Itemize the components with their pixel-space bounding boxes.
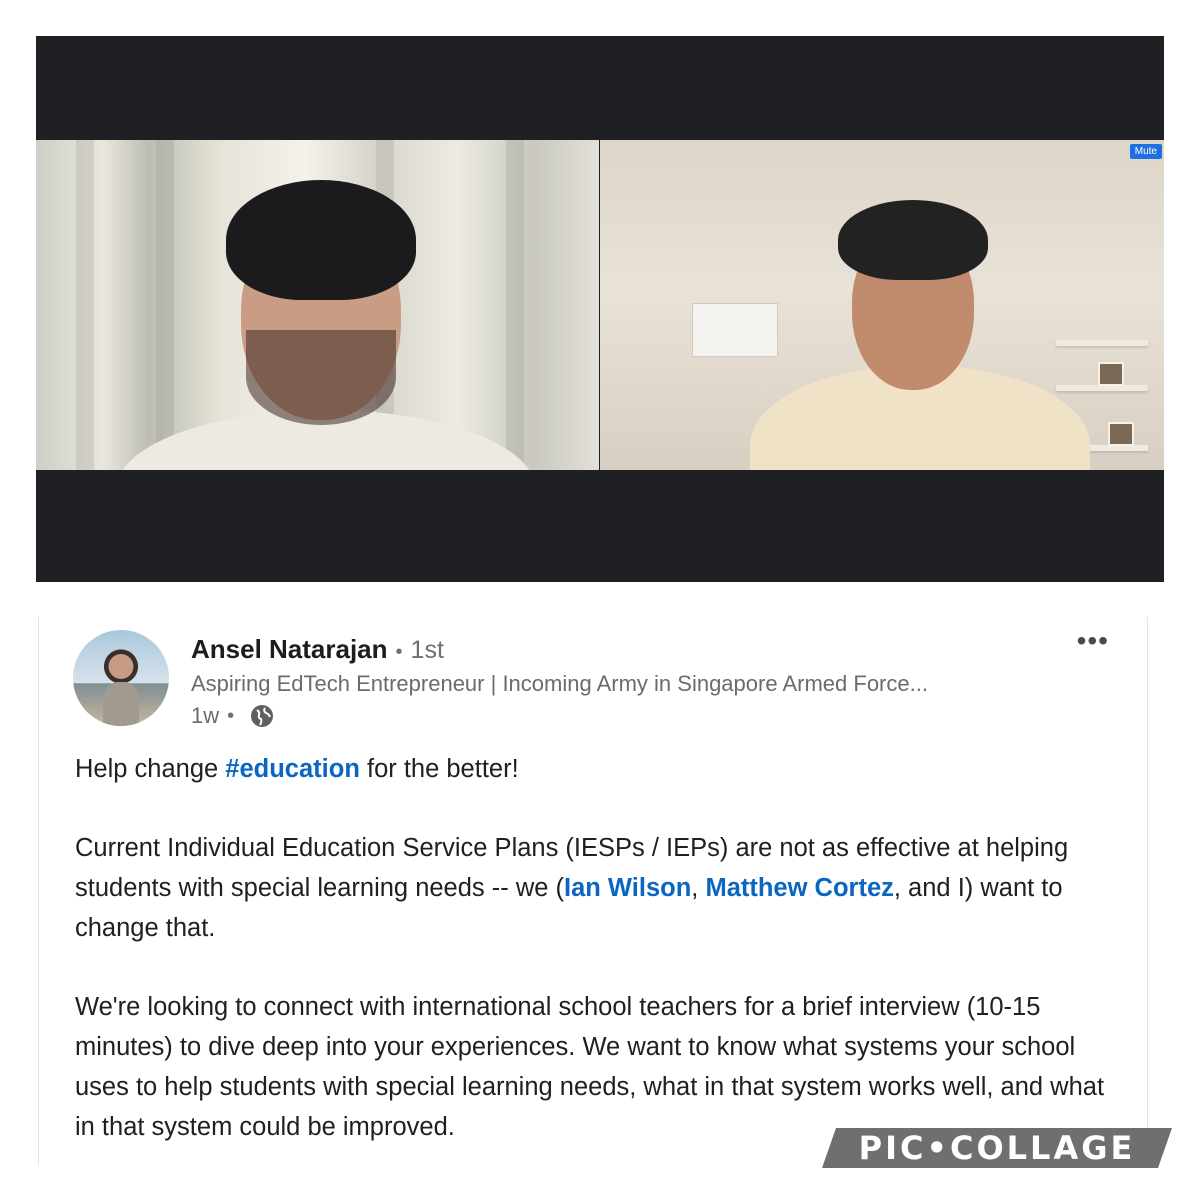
- author-headline: Aspiring EdTech Entrepreneur | Incoming …: [191, 671, 928, 696]
- text-span: for the better!: [359, 755, 519, 783]
- curtain-fold: [506, 140, 524, 470]
- text-span: ,: [691, 874, 706, 902]
- mention-link[interactable]: Ian Wilson: [564, 874, 691, 902]
- participant-video-right[interactable]: [600, 140, 1164, 470]
- curtain-fold: [156, 140, 174, 470]
- video-call-window: Mute: [36, 36, 1164, 582]
- text-span: Help change: [75, 755, 226, 783]
- globe-icon: [251, 705, 274, 727]
- watermark-logo: PIC•COLLAGE: [822, 1128, 1172, 1168]
- more-options-button[interactable]: •••: [1077, 625, 1109, 657]
- connection-degree: 1st: [410, 636, 444, 664]
- author-avatar[interactable]: [73, 630, 169, 726]
- mute-button[interactable]: Mute: [1129, 144, 1162, 159]
- picture-frame: [1108, 422, 1134, 446]
- post-paragraph: Help change #education for the better!: [75, 749, 1115, 789]
- author-name[interactable]: Ansel Natarajan: [191, 634, 388, 664]
- post-time: 1w: [191, 703, 220, 728]
- hashtag-link[interactable]: #education: [225, 755, 360, 783]
- post-body: Help change #education for the better! C…: [75, 749, 1115, 1165]
- air-conditioner: [692, 303, 778, 357]
- post-meta: 1w •: [191, 703, 274, 729]
- participant-video-left[interactable]: [36, 140, 599, 470]
- linkedin-post: Ansel Natarajan • 1st Aspiring EdTech Entr…: [38, 617, 1148, 1165]
- author-row: Ansel Natarajan • 1st: [191, 634, 444, 665]
- separator-dot: •: [395, 641, 403, 663]
- post-paragraph: Current Individual Education Service Pla…: [75, 828, 1115, 948]
- mention-link[interactable]: Matthew Cortez: [705, 874, 893, 902]
- post-paragraph: We're looking to connect with internatio…: [75, 993, 1105, 1141]
- curtain-fold: [76, 140, 94, 470]
- separator-dot: •: [227, 704, 235, 727]
- wall-shelf: [1056, 340, 1148, 346]
- picture-frame: [1098, 362, 1124, 386]
